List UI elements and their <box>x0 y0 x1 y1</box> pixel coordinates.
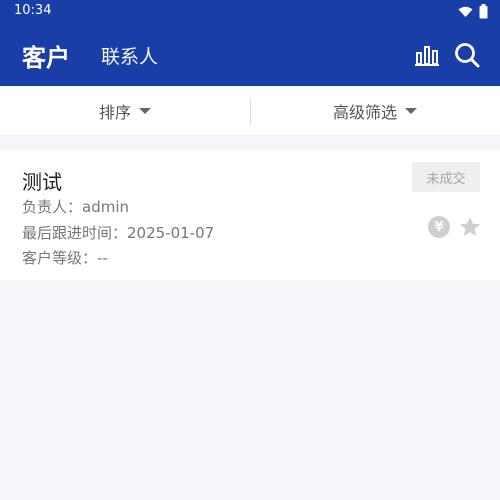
deal-status-badge: 未成交 <box>412 162 480 192</box>
chevron-down-icon <box>139 108 151 114</box>
star-icon[interactable] <box>458 215 482 239</box>
tab-contact[interactable]: 联系人 <box>101 42 158 69</box>
chevron-down-icon <box>405 108 417 114</box>
status-bar: 10:34 <box>0 0 500 24</box>
chart-button[interactable] <box>410 38 444 72</box>
owner-text: 负责人：admin <box>22 198 129 216</box>
advanced-filter[interactable]: 高级筛选 <box>250 86 500 136</box>
chart-icon <box>415 46 439 66</box>
sort-label: 排序 <box>98 103 131 122</box>
status-time: 10:34 <box>14 3 52 18</box>
battery-icon <box>479 4 488 19</box>
sort-filter[interactable]: 排序 <box>0 86 250 136</box>
customer-card[interactable]: 测试 负责人：admin 最后跟进时间：2025-01-07 客户等级：-- 未… <box>0 150 500 280</box>
advanced-filter-label: 高级筛选 <box>332 103 397 122</box>
search-button[interactable] <box>450 38 484 72</box>
wifi-icon <box>458 6 473 17</box>
tab-customer[interactable]: 客户 <box>22 38 70 73</box>
last-follow-text: 最后跟进时间：2025-01-07 <box>22 224 215 242</box>
filter-bar: 排序 高级筛选 <box>0 86 500 136</box>
customer-level-text: 客户等级：-- <box>22 249 108 267</box>
customer-name: 测试 <box>22 170 62 194</box>
app-bar: 客户 联系人 <box>0 24 500 86</box>
search-icon <box>455 43 480 68</box>
coin-icon[interactable]: ¥ <box>428 216 450 238</box>
status-icons <box>458 4 488 19</box>
